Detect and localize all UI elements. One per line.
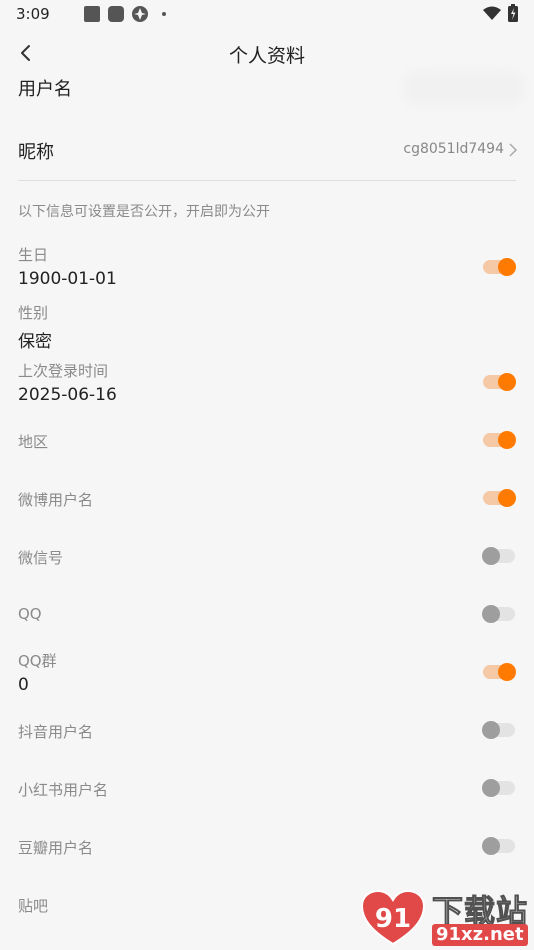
field-label: 抖音用户名 <box>18 723 94 741</box>
username-label: 用户名 <box>18 79 72 100</box>
field-label: 生日 <box>18 246 49 264</box>
status-bar: 3:09 <box>0 0 534 28</box>
privacy-notice: 以下信息可设置是否公开，开启即为公开 <box>18 204 270 220</box>
field-label: 上次登录时间 <box>18 362 109 380</box>
field-label: 微博用户名 <box>18 491 94 509</box>
field-label: QQ <box>18 605 42 623</box>
more-notifications-icon <box>162 12 166 16</box>
nickname-label: 昵称 <box>18 142 54 163</box>
watermark-url: 91xz.net <box>432 924 528 946</box>
app-notification-icon <box>132 6 148 22</box>
field-value: 2025-06-16 <box>18 385 117 405</box>
public-toggle[interactable] <box>482 372 516 392</box>
battery-icon <box>508 4 518 22</box>
page-title: 个人资料 <box>228 45 305 67</box>
field-label: 豆瓣用户名 <box>18 839 94 857</box>
nickname-value: cg8051ld7494 <box>403 141 504 157</box>
field-label: 贴吧 <box>18 897 49 915</box>
field-label: 小红书用户名 <box>18 781 109 799</box>
public-toggle[interactable] <box>482 546 516 566</box>
field-value: 0 <box>18 675 29 695</box>
field-label: 微信号 <box>18 549 64 567</box>
public-toggle[interactable] <box>482 836 516 856</box>
username-value-blurred <box>404 70 524 106</box>
field-value: 保密 <box>18 332 52 352</box>
nickname-row[interactable]: 昵称 cg8051ld7494 <box>0 122 534 176</box>
watermark-badge-icon: 91 <box>360 890 426 946</box>
public-toggle[interactable] <box>482 604 516 624</box>
public-toggle[interactable] <box>482 430 516 450</box>
wifi-icon <box>483 6 501 20</box>
public-toggle[interactable] <box>482 488 516 508</box>
public-toggle[interactable] <box>482 257 516 277</box>
field-value: 1900-01-01 <box>18 269 117 289</box>
public-toggle[interactable] <box>482 778 516 798</box>
chevron-right-icon <box>509 143 518 157</box>
notification-icon <box>108 6 124 22</box>
divider <box>18 180 516 181</box>
field-label: 性别 <box>18 304 49 322</box>
watermark-logo: 91 下载站 91xz.net <box>360 884 534 950</box>
watermark-badge-text: 91 <box>375 904 411 934</box>
field-label: 地区 <box>18 433 49 451</box>
notification-icon <box>84 6 100 22</box>
status-time: 3:09 <box>16 5 50 23</box>
public-toggle[interactable] <box>482 720 516 740</box>
username-row: 用户名 <box>0 66 534 112</box>
field-label: QQ群 <box>18 652 57 670</box>
public-toggle[interactable] <box>482 662 516 682</box>
